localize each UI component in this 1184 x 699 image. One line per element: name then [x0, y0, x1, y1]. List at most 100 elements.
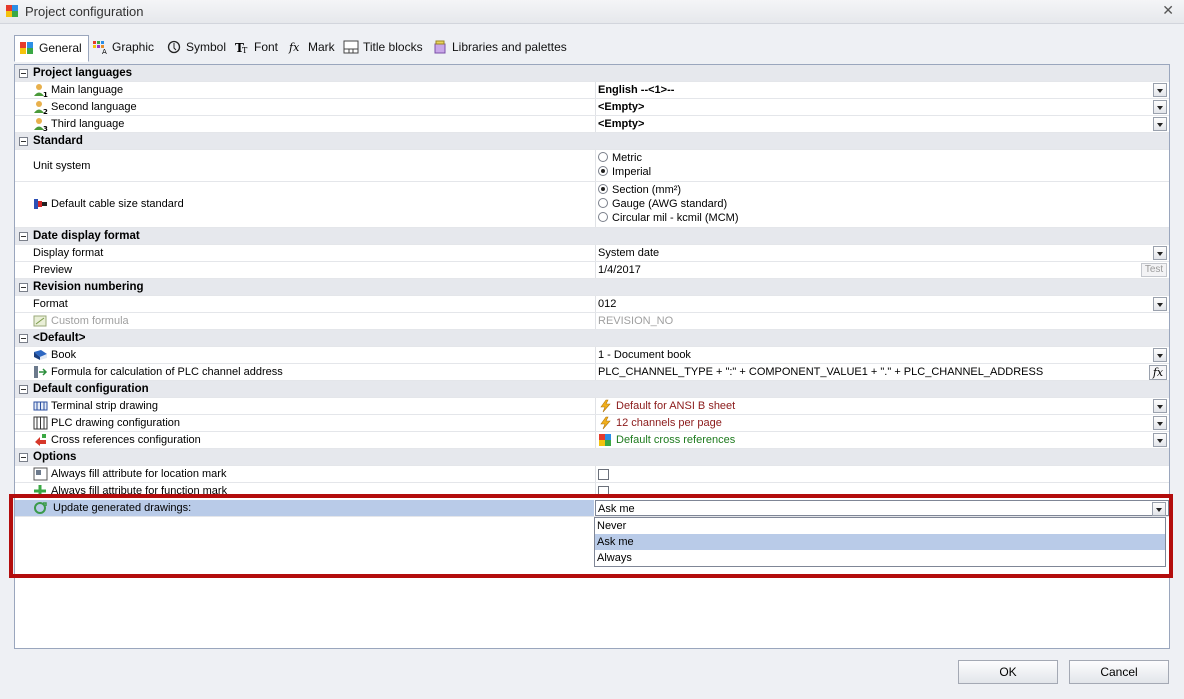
- tab-label: Font: [254, 40, 279, 54]
- category-date-display-format[interactable]: Date display format: [15, 228, 1169, 245]
- second-language-select[interactable]: <Empty>: [595, 99, 1169, 115]
- radio-imperial[interactable]: Imperial: [598, 166, 651, 178]
- category-default-configuration[interactable]: Default configuration: [15, 381, 1169, 398]
- cross-reference-icon: [35, 434, 46, 446]
- plc-drawing-select[interactable]: 12 channels per page: [595, 415, 1169, 431]
- category-project-languages[interactable]: Project languages: [15, 65, 1169, 82]
- property-label: Preview: [33, 264, 73, 276]
- tab-libraries[interactable]: Libraries and palettes: [428, 35, 573, 59]
- row-second-language[interactable]: 2 Second language <Empty>: [15, 99, 1169, 116]
- property-label: PLC drawing configuration: [51, 417, 181, 429]
- location-mark-checkbox[interactable]: [598, 469, 609, 480]
- category-revision-numbering[interactable]: Revision numbering: [15, 279, 1169, 296]
- fx-icon: fx: [288, 41, 300, 54]
- language-2-icon: 2: [34, 101, 48, 114]
- terminal-strip-select[interactable]: Default for ANSI B sheet: [595, 398, 1169, 414]
- revision-format-select[interactable]: 012: [595, 296, 1169, 312]
- row-third-language[interactable]: 3 Third language <Empty>: [15, 116, 1169, 133]
- radio-gauge[interactable]: Gauge (AWG standard): [598, 198, 727, 210]
- row-main-language[interactable]: 1 Main language English --<1>--: [15, 82, 1169, 99]
- row-revision-format[interactable]: Format 012: [15, 296, 1169, 313]
- row-cross-references[interactable]: Cross references configuration Default c…: [15, 432, 1169, 449]
- radio-circular-mil[interactable]: Circular mil - kcmil (MCM): [598, 212, 738, 224]
- svg-text:2: 2: [43, 108, 48, 114]
- radio-metric[interactable]: Metric: [598, 152, 642, 164]
- row-function-mark[interactable]: Always fill attribute for function mark: [15, 483, 1169, 496]
- book-select[interactable]: 1 - Document book: [595, 347, 1169, 363]
- property-name-cell: Format: [31, 296, 594, 312]
- language-3-icon: 3: [34, 118, 48, 131]
- collapse-icon[interactable]: [19, 69, 28, 78]
- tab-mark[interactable]: fx Mark: [284, 35, 341, 59]
- dropdown-arrow-icon[interactable]: [1153, 246, 1167, 260]
- category-title: Standard: [33, 135, 83, 147]
- plc-formula-value[interactable]: PLC_CHANNEL_TYPE + ":" + COMPONENT_VALUE…: [595, 364, 1169, 380]
- test-button[interactable]: Test: [1141, 263, 1167, 277]
- property-label: Always fill attribute for function mark: [51, 485, 228, 496]
- tab-label: Mark: [308, 40, 335, 54]
- update-drawings-select[interactable]: Ask me: [595, 500, 1169, 516]
- dropdown-option-ask-me[interactable]: Ask me: [595, 534, 1165, 550]
- row-location-mark[interactable]: Always fill attribute for location mark: [15, 466, 1169, 483]
- category-default[interactable]: <Default>: [15, 330, 1169, 347]
- preview-value: 1/4/2017 Test: [595, 262, 1169, 278]
- collapse-icon[interactable]: [19, 137, 28, 146]
- category-standard[interactable]: Standard: [15, 133, 1169, 150]
- tab-general[interactable]: General: [14, 35, 89, 62]
- close-icon[interactable]: ✕: [1162, 2, 1174, 19]
- dropdown-arrow-icon[interactable]: [1153, 348, 1167, 362]
- dropdown-arrow-icon[interactable]: [1153, 416, 1167, 430]
- row-plc-drawing[interactable]: PLC drawing configuration 12 channels pe…: [15, 415, 1169, 432]
- update-drawings-icon: [34, 502, 47, 514]
- cancel-button[interactable]: Cancel: [1069, 660, 1169, 684]
- radio-button[interactable]: [598, 198, 608, 208]
- dropdown-arrow-icon[interactable]: [1153, 100, 1167, 114]
- property-value: 1/4/2017: [598, 264, 641, 276]
- category-options[interactable]: Options: [15, 449, 1169, 466]
- dropdown-option-always[interactable]: Always: [595, 550, 1165, 566]
- radio-button[interactable]: [598, 152, 608, 162]
- radio-button-selected[interactable]: [598, 184, 608, 194]
- dropdown-arrow-icon[interactable]: [1152, 502, 1166, 516]
- row-display-format[interactable]: Display format System date: [15, 245, 1169, 262]
- collapse-icon[interactable]: [19, 232, 28, 241]
- collapse-icon[interactable]: [19, 453, 28, 462]
- radio-button-selected[interactable]: [598, 166, 608, 176]
- formula-editor-button[interactable]: fx: [1149, 365, 1167, 380]
- property-name-cell: Preview: [31, 262, 594, 278]
- general-icon: [20, 42, 33, 54]
- dropdown-arrow-icon[interactable]: [1153, 433, 1167, 447]
- property-name-cell: 2 Second language: [31, 99, 594, 115]
- third-language-select[interactable]: <Empty>: [595, 116, 1169, 132]
- row-update-generated-drawings[interactable]: Update generated drawings: Ask me: [15, 500, 1169, 517]
- radio-button[interactable]: [598, 212, 608, 222]
- ok-button[interactable]: OK: [958, 660, 1058, 684]
- svg-text:1: 1: [43, 91, 48, 97]
- tab-title-blocks[interactable]: Title blocks: [339, 35, 429, 59]
- radio-section[interactable]: Section (mm²): [598, 184, 681, 196]
- property-name-cell: Cross references configuration: [31, 432, 594, 448]
- tab-symbol[interactable]: Symbol: [162, 35, 232, 59]
- collapse-icon[interactable]: [19, 334, 28, 343]
- collapse-icon[interactable]: [19, 385, 28, 394]
- row-terminal-strip[interactable]: Terminal strip drawing Default for ANSI …: [15, 398, 1169, 415]
- row-plc-formula[interactable]: Formula for calculation of PLC channel a…: [15, 364, 1169, 381]
- property-label: Third language: [51, 118, 125, 130]
- dropdown-arrow-icon[interactable]: [1153, 83, 1167, 97]
- dropdown-arrow-icon[interactable]: [1153, 399, 1167, 413]
- dropdown-arrow-icon[interactable]: [1153, 297, 1167, 311]
- property-name-cell: Update generated drawings:: [15, 500, 594, 516]
- property-value: REVISION_NO: [598, 315, 674, 327]
- display-format-select[interactable]: System date: [595, 245, 1169, 261]
- cross-references-select[interactable]: Default cross references: [595, 432, 1169, 448]
- collapse-icon[interactable]: [19, 283, 28, 292]
- property-value: 12 channels per page: [616, 417, 722, 429]
- property-label: Default cable size standard: [51, 198, 184, 210]
- row-book[interactable]: Book 1 - Document book: [15, 347, 1169, 364]
- tab-graphic[interactable]: A Graphic: [88, 35, 160, 59]
- function-mark-checkbox[interactable]: [598, 486, 609, 495]
- dropdown-arrow-icon[interactable]: [1153, 117, 1167, 131]
- main-language-select[interactable]: English --<1>--: [595, 82, 1169, 98]
- dropdown-option-never[interactable]: Never: [595, 518, 1165, 534]
- tab-font[interactable]: TT Font: [230, 35, 284, 59]
